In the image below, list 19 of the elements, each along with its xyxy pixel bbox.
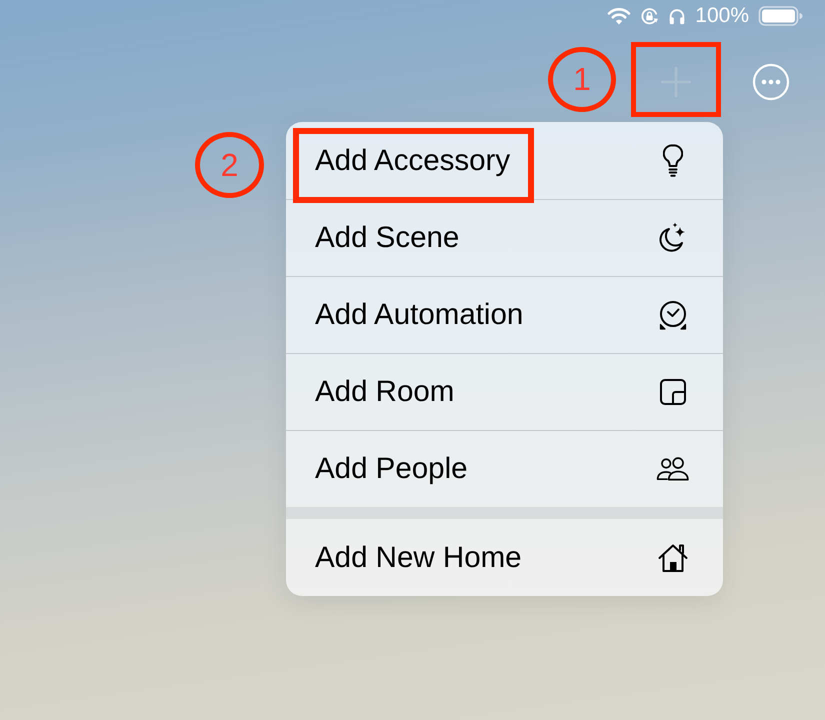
rotation-lock-icon bbox=[640, 6, 660, 26]
more-button[interactable] bbox=[752, 63, 790, 101]
step-marker: 1 bbox=[548, 47, 616, 112]
alarm-clock-icon bbox=[658, 299, 688, 331]
step-marker: 2 bbox=[195, 132, 264, 198]
lightbulb-icon bbox=[663, 144, 683, 178]
wifi-icon bbox=[607, 7, 632, 25]
menu-item[interactable]: Add Room bbox=[286, 353, 723, 430]
two-people-icon bbox=[656, 455, 690, 483]
battery-percentage: 100% bbox=[695, 4, 749, 28]
menu-item[interactable]: Add Accessory bbox=[286, 122, 723, 199]
house-icon bbox=[657, 542, 689, 572]
menu-item[interactable]: Add Scene bbox=[286, 199, 723, 276]
menu-item[interactable]: Add New Home bbox=[286, 519, 723, 596]
battery-icon bbox=[758, 6, 803, 26]
ellipsis-circle-icon bbox=[752, 63, 790, 101]
menu-item[interactable]: Add Automation bbox=[286, 276, 723, 353]
square-inset-icon bbox=[659, 378, 687, 406]
headphones-icon bbox=[668, 6, 686, 26]
